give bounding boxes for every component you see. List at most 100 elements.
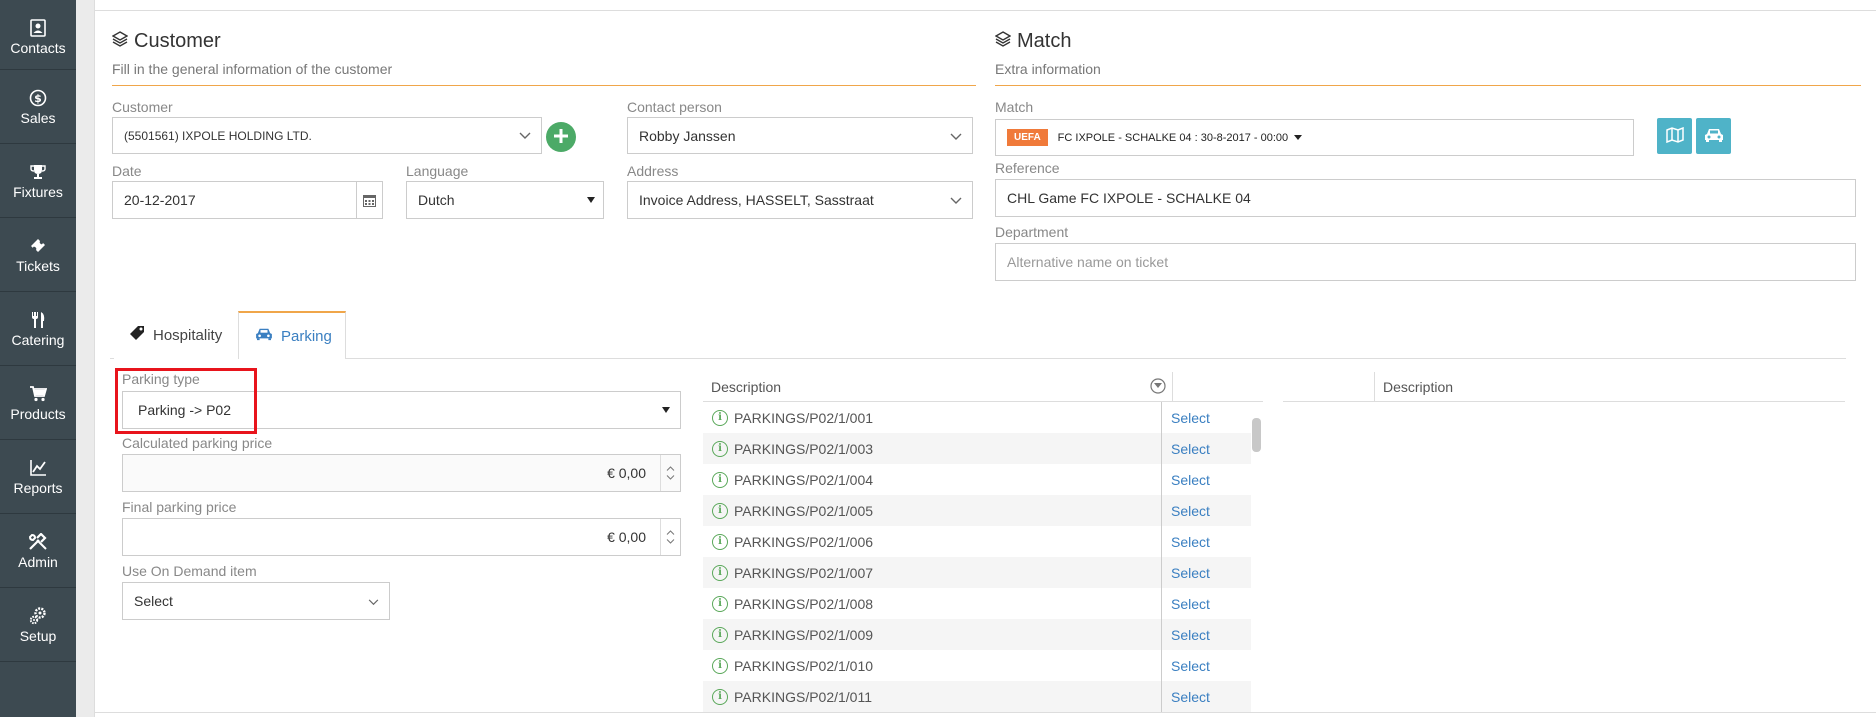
sidebar-item-reports[interactable]: Reports (0, 440, 76, 514)
info-icon[interactable]: i (712, 595, 728, 612)
divider (94, 712, 1876, 713)
number-stepper[interactable] (660, 455, 680, 491)
select-link[interactable]: Select (1161, 433, 1251, 464)
table-row: i PARKINGS/P02/1/008 Select (703, 588, 1251, 619)
trophy-icon (28, 162, 48, 182)
row-description: PARKINGS/P02/1/001 (734, 409, 874, 426)
language-value: Dutch (418, 192, 455, 208)
grid-header: Description (703, 372, 1263, 402)
table-row: i PARKINGS/P02/1/001 Select (703, 402, 1251, 433)
address-select[interactable]: Invoice Address, HASSELT, Sasstraat (627, 181, 973, 219)
row-description: PARKINGS/P02/1/004 (734, 471, 874, 488)
calculated-price-field[interactable]: € 0,00 (122, 454, 681, 492)
tag-icon (129, 325, 145, 345)
department-field[interactable]: Alternative name on ticket (995, 243, 1856, 281)
tab-hospitality[interactable]: Hospitality (113, 311, 239, 359)
row-description: PARKINGS/P02/1/007 (734, 564, 874, 581)
on-demand-select[interactable]: Select (122, 582, 390, 620)
sidebar-item-contacts[interactable]: Contacts (0, 0, 76, 70)
map-icon (1665, 126, 1684, 146)
select-link[interactable]: Select (1161, 402, 1251, 433)
number-stepper[interactable] (660, 519, 680, 555)
sidebar-item-label: Fixtures (13, 183, 63, 200)
select-link[interactable]: Select (1161, 526, 1251, 557)
match-subtitle: Extra information (995, 61, 1101, 77)
sidebar-item-label: Admin (18, 553, 58, 570)
match-select[interactable]: UEFA FC IXPOLE - SCHALKE 04 : 30-8-2017 … (995, 119, 1634, 156)
sidebar-item-products[interactable]: Products (0, 366, 76, 440)
car-button[interactable] (1696, 118, 1731, 154)
reference-field[interactable]: CHL Game FC IXPOLE - SCHALKE 04 (995, 179, 1856, 217)
scrollbar-thumb[interactable] (1252, 418, 1261, 452)
divider (346, 358, 1846, 359)
divider (110, 358, 114, 359)
caret-down-icon (1294, 135, 1303, 140)
info-icon[interactable]: i (712, 564, 728, 581)
sidebar-item-setup[interactable]: Setup (0, 588, 76, 662)
select-link[interactable]: Select (1161, 588, 1251, 619)
uefa-badge: UEFA (1007, 129, 1048, 146)
info-icon[interactable]: i (712, 409, 728, 426)
language-select[interactable]: Dutch (406, 181, 604, 219)
customer-select[interactable]: (5501561) IXPOLE HOLDING LTD. (112, 117, 542, 154)
final-price-value: € 0,00 (607, 529, 646, 545)
parking-grid: Description i PARKINGS/P02/1/001 Select i PA… (703, 372, 1263, 712)
date-field[interactable]: 20-12-2017 (112, 181, 383, 219)
layers-icon (994, 30, 1012, 53)
gears-icon (28, 606, 48, 626)
calculated-price-label: Calculated parking price (122, 435, 273, 451)
row-description: PARKINGS/P02/1/010 (734, 657, 874, 674)
info-icon[interactable]: i (712, 688, 728, 705)
info-icon[interactable]: i (712, 533, 728, 550)
sidebar-item-admin[interactable]: Admin (0, 514, 76, 588)
match-title: Match (1017, 30, 1072, 52)
info-icon[interactable]: i (712, 502, 728, 519)
sidebar-item-sales[interactable]: $ Sales (0, 70, 76, 144)
selected-grid: Description (1283, 371, 1845, 402)
divider (995, 85, 1861, 86)
sidebar-item-fixtures[interactable]: Fixtures (0, 144, 76, 218)
address-label: Address (627, 163, 679, 179)
select-link[interactable]: Select (1161, 557, 1251, 588)
tools-icon (28, 532, 48, 552)
add-customer-button[interactable] (546, 122, 576, 152)
select-link[interactable]: Select (1161, 681, 1251, 712)
info-icon[interactable]: i (712, 657, 728, 674)
info-icon[interactable]: i (712, 626, 728, 643)
match-value: FC IXPOLE - SCHALKE 04 : 30-8-2017 - 00:… (1057, 131, 1289, 144)
calculated-price-value: € 0,00 (607, 465, 646, 481)
final-price-label: Final parking price (122, 499, 237, 515)
select-link[interactable]: Select (1161, 495, 1251, 526)
customer-value: (5501561) IXPOLE HOLDING LTD. (124, 128, 312, 143)
map-button[interactable] (1657, 118, 1692, 154)
chevron-down-icon (950, 128, 962, 144)
info-icon[interactable]: i (712, 440, 728, 457)
customer-title: Customer (134, 30, 221, 52)
row-description: PARKINGS/P02/1/009 (734, 626, 874, 643)
car-icon (1704, 127, 1724, 146)
final-price-field[interactable]: € 0,00 (122, 518, 681, 556)
cart-icon (28, 384, 48, 404)
description-column-header: Description (1383, 378, 1454, 395)
tab-parking[interactable]: Parking (238, 311, 346, 359)
sidebar-item-catering[interactable]: Catering (0, 292, 76, 366)
info-icon[interactable]: i (712, 471, 728, 488)
select-link[interactable]: Select (1161, 650, 1251, 681)
highlight-box (115, 368, 257, 434)
on-demand-value: Select (134, 593, 173, 609)
grid-body: i PARKINGS/P02/1/001 Select i PARKINGS/P02/1… (703, 402, 1251, 717)
sidebar-item-label: Products (10, 405, 66, 422)
filter-icon[interactable] (1150, 378, 1166, 397)
address-value: Invoice Address, HASSELT, Sasstraat (639, 192, 874, 208)
select-link[interactable]: Select (1161, 619, 1251, 650)
row-description: PARKINGS/P02/1/003 (734, 440, 874, 457)
select-link[interactable]: Select (1161, 464, 1251, 495)
ticket-icon (28, 236, 48, 256)
tab-label: Parking (281, 327, 332, 345)
sidebar-item-tickets[interactable]: Tickets (0, 218, 76, 292)
contact-person-select[interactable]: Robby Janssen (627, 117, 973, 154)
department-label: Department (995, 224, 1069, 240)
sidebar-item-label: Reports (13, 479, 63, 496)
caret-down-icon (662, 407, 670, 413)
calendar-icon[interactable] (356, 182, 382, 218)
